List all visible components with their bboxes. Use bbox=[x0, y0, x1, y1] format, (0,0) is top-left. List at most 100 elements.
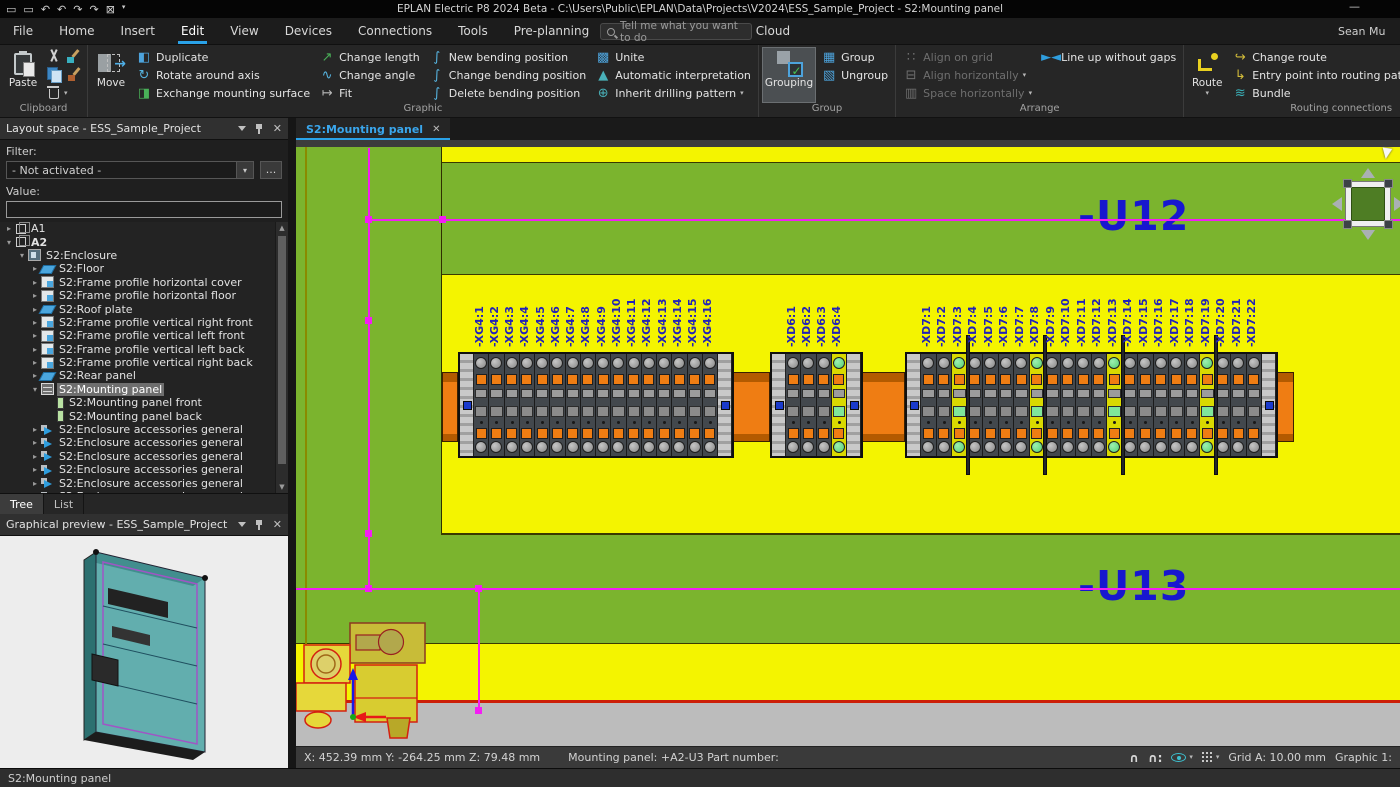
snap-grid-icon[interactable]: ∩: bbox=[1148, 751, 1163, 765]
copy-page-icon[interactable]: ▭ bbox=[23, 3, 33, 16]
tree-item-s2-roof-plate[interactable]: ▸ S2:Roof plate bbox=[0, 302, 288, 316]
menu-tab-insert[interactable]: Insert bbox=[108, 18, 168, 44]
user-account[interactable]: Sean Mu bbox=[1338, 18, 1400, 45]
tree-item-s2-frame-profile-horizontal-cover[interactable]: ▸ S2:Frame profile horizontal cover bbox=[0, 276, 288, 289]
terminal-block-xd711[interactable] bbox=[1076, 354, 1092, 456]
menu-tab-pre-planning[interactable]: Pre-planning bbox=[501, 18, 602, 44]
ungroup-button[interactable]: ▧ Ungroup bbox=[817, 66, 892, 84]
dock-splitter[interactable] bbox=[288, 118, 296, 768]
terminal-block-xg415[interactable] bbox=[687, 354, 703, 456]
tree-item-s2-enclosure-accessories-general[interactable]: ▸ S2:Enclosure accessories general bbox=[0, 490, 288, 493]
terminal-block-xg48[interactable] bbox=[580, 354, 596, 456]
menu-tab-connections[interactable]: Connections bbox=[345, 18, 445, 44]
menu-tab-devices[interactable]: Devices bbox=[272, 18, 345, 44]
menu-tab-home[interactable]: Home bbox=[46, 18, 107, 44]
tree-item-s2-enclosure-accessories-general[interactable]: ▸ S2:Enclosure accessories general bbox=[0, 476, 288, 490]
delete-button[interactable] bbox=[47, 85, 59, 102]
expander-icon[interactable]: ▸ bbox=[30, 452, 40, 461]
terminal-block-xg412[interactable] bbox=[641, 354, 657, 456]
terminal-block-xg45[interactable] bbox=[535, 354, 551, 456]
terminal-block-xd714[interactable] bbox=[1122, 354, 1138, 456]
fit-button[interactable]: ↦ Fit bbox=[315, 84, 424, 102]
more-icon[interactable]: ▾ bbox=[122, 3, 126, 16]
layout-space-canvas[interactable]: -U12 -U13 -XG4:1 -XG4:2 -XG4:3 -XG4:4 -X… bbox=[296, 140, 1400, 746]
terminal-block-xd720[interactable] bbox=[1215, 354, 1231, 456]
terminal-block-xd79[interactable] bbox=[1045, 354, 1061, 456]
chevron-down-icon[interactable]: ▾ bbox=[1216, 754, 1220, 761]
change-route-button[interactable]: ↪ Change route bbox=[1228, 48, 1400, 66]
resize-handle[interactable] bbox=[1343, 220, 1352, 229]
close-icon[interactable]: ✕ bbox=[273, 518, 282, 531]
panel-menu-icon[interactable] bbox=[237, 522, 246, 527]
tree-item-s2-mounting-panel[interactable]: ▾ S2:Mounting panel bbox=[0, 382, 288, 396]
tab-close-icon[interactable]: ✕ bbox=[432, 124, 440, 135]
terminal-block-xd715[interactable] bbox=[1138, 354, 1154, 456]
terminal-strip-xd7[interactable] bbox=[905, 352, 1278, 458]
expander-icon[interactable]: ▸ bbox=[30, 465, 40, 474]
terminal-block-xg47[interactable] bbox=[565, 354, 581, 456]
menu-tab-edit[interactable]: Edit bbox=[168, 18, 217, 44]
filter-more-button[interactable]: ... bbox=[260, 161, 282, 179]
new-bending-position-button[interactable]: ∫ New bending position bbox=[425, 48, 590, 66]
scroll-up-icon[interactable]: ▲ bbox=[276, 222, 288, 234]
tree-item-s2-enclosure-accessories-general[interactable]: ▸ S2:Enclosure accessories general bbox=[0, 463, 288, 476]
change-length-button[interactable]: ↗ Change length bbox=[315, 48, 424, 66]
tree-item-s2-frame-profile-vertical-right-front[interactable]: ▸ S2:Frame profile vertical right front bbox=[0, 316, 288, 329]
tree-item-s2-frame-profile-horizontal-floor[interactable]: ▸ S2:Frame profile horizontal floor bbox=[0, 289, 288, 302]
tab-list[interactable]: List bbox=[43, 494, 85, 514]
inherit-drilling-pattern-button[interactable]: ⊕ Inherit drilling pattern ▾ bbox=[591, 84, 755, 102]
entry-point-into-routing-path-network-button[interactable]: ↳Entry point into routing path network▾ bbox=[1228, 66, 1400, 84]
tree-item-s2-frame-profile-vertical-right-back[interactable]: ▸ S2:Frame profile vertical right back bbox=[0, 356, 288, 369]
terminal-block-xg49[interactable] bbox=[596, 354, 612, 456]
tree-item-s2-enclosure-accessories-general[interactable]: ▸ S2:Enclosure accessories general bbox=[0, 450, 288, 463]
terminal-block-xd61[interactable] bbox=[786, 354, 802, 456]
expander-icon[interactable]: ▸ bbox=[30, 479, 40, 488]
tree-item-a1[interactable]: ▸ A1 bbox=[0, 222, 288, 235]
tree-item-s2-rear-panel[interactable]: ▸ S2:Rear panel bbox=[0, 369, 288, 382]
terminal-strip-xg4[interactable] bbox=[458, 352, 734, 458]
construction-node[interactable] bbox=[475, 707, 482, 714]
pin-icon[interactable] bbox=[255, 123, 264, 135]
route-button[interactable]: Route ▾ bbox=[1187, 47, 1227, 103]
terminal-block-xd75[interactable] bbox=[983, 354, 999, 456]
move-up-arrow-icon[interactable] bbox=[1361, 168, 1375, 178]
construction-node[interactable] bbox=[365, 585, 372, 592]
resize-handle[interactable] bbox=[1343, 179, 1352, 188]
move-right-arrow-icon[interactable] bbox=[1394, 197, 1400, 211]
terminal-block-xd63[interactable] bbox=[816, 354, 832, 456]
change-angle-button[interactable]: ∿ Change angle bbox=[315, 66, 424, 84]
construction-node[interactable] bbox=[365, 317, 372, 324]
tree-item-s2-enclosure-accessories-general[interactable]: ▸ S2:Enclosure accessories general bbox=[0, 436, 288, 449]
scroll-down-icon[interactable]: ▼ bbox=[276, 481, 288, 493]
terminal-block-xd710[interactable] bbox=[1060, 354, 1076, 456]
search-box[interactable]: Tell me what you want to do bbox=[600, 20, 752, 44]
tree-item-s2-mounting-panel-front[interactable]: S2:Mounting panel front bbox=[0, 396, 288, 409]
construction-line-vertical-1[interactable] bbox=[368, 148, 370, 588]
expander-icon[interactable]: ▸ bbox=[30, 345, 40, 354]
tab-tree[interactable]: Tree bbox=[0, 494, 44, 514]
undo-dot-icon[interactable]: ↶ bbox=[41, 3, 50, 16]
undo-icon[interactable]: ↶ bbox=[57, 3, 66, 16]
expander-icon[interactable]: ▾ bbox=[30, 385, 40, 394]
cancel-fit-icon[interactable]: ⊠ bbox=[106, 3, 115, 16]
tab-s2-mounting-panel[interactable]: S2:Mounting panel ✕ bbox=[296, 118, 451, 140]
terminal-block-xd717[interactable] bbox=[1169, 354, 1185, 456]
move-left-arrow-icon[interactable] bbox=[1332, 197, 1342, 211]
tree-item-s2-enclosure[interactable]: ▾ S2:Enclosure bbox=[0, 249, 288, 262]
terminal-block-xd76[interactable] bbox=[998, 354, 1014, 456]
filter-dropdown[interactable]: - Not activated - ▾ bbox=[6, 161, 254, 179]
construction-line-horizontal-1[interactable] bbox=[368, 219, 1400, 221]
move-button[interactable]: → Move bbox=[91, 47, 131, 103]
expander-icon[interactable]: ▸ bbox=[30, 331, 40, 340]
resize-handle[interactable] bbox=[1384, 179, 1393, 188]
visibility-icon[interactable] bbox=[1171, 753, 1187, 762]
device-label-u12[interactable]: -U12 bbox=[1078, 192, 1189, 240]
expander-icon[interactable]: ▸ bbox=[30, 358, 40, 367]
terminal-block-xd71[interactable] bbox=[921, 354, 937, 456]
expander-icon[interactable]: ▸ bbox=[30, 438, 40, 447]
tree-item-s2-mounting-panel-back[interactable]: S2:Mounting panel back bbox=[0, 409, 288, 423]
menu-tab-view[interactable]: View bbox=[217, 18, 271, 44]
selection-handle-box[interactable] bbox=[1332, 168, 1400, 240]
construction-line-vertical-2[interactable] bbox=[478, 588, 480, 710]
terminal-block-xg46[interactable] bbox=[550, 354, 566, 456]
